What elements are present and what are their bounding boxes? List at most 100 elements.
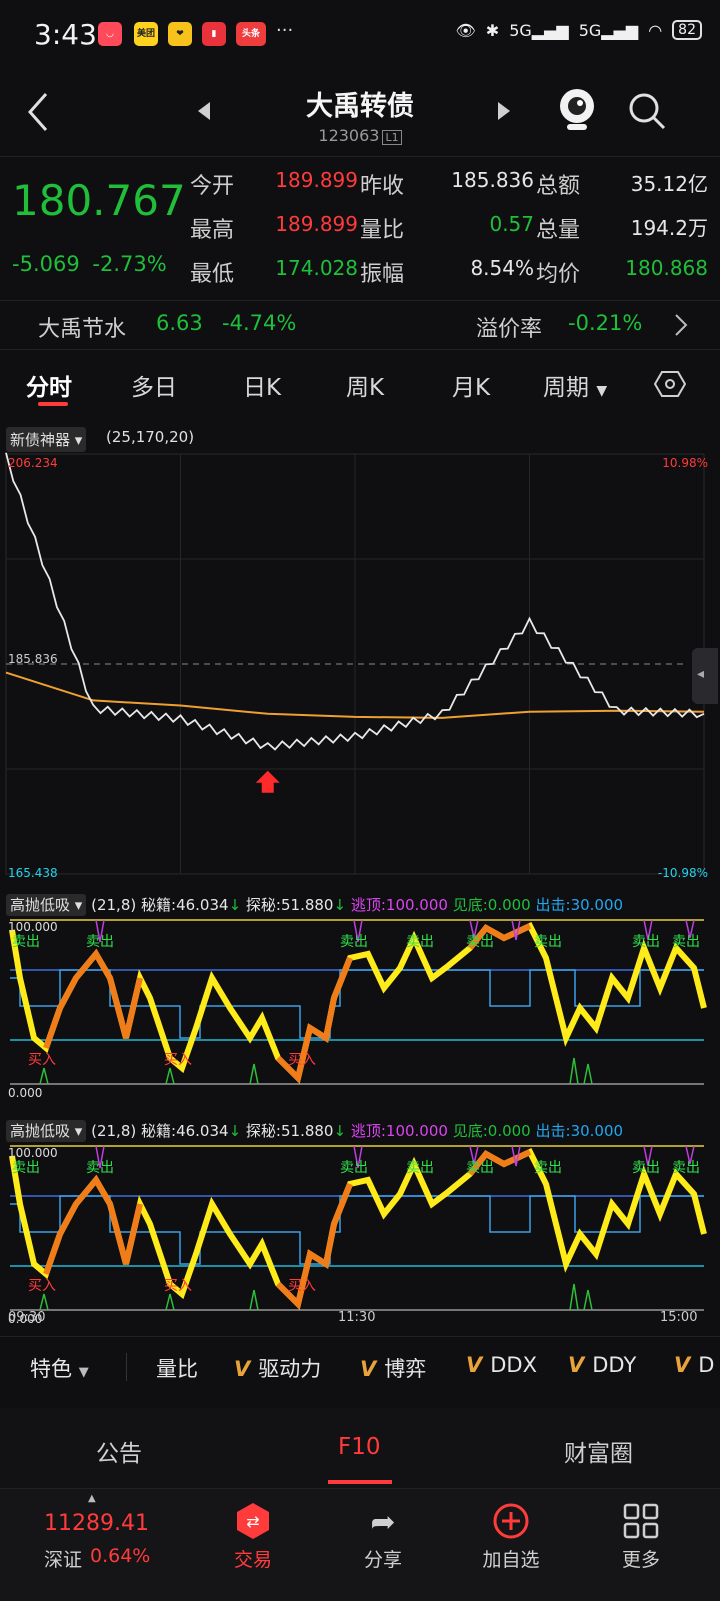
tab-f10[interactable]: F10 (338, 1434, 381, 1460)
quote-value: 35.12亿 (598, 168, 708, 197)
feat-drive[interactable]: V驱动力 (234, 1353, 321, 1383)
special-selector[interactable]: 特色 ▼ (30, 1353, 89, 1383)
sub-indicator-header-1: 高抛低吸 ▾ (21,8) 秘籍:46.034↓ 探秘:51.880↓ 逃顶:1… (6, 894, 623, 915)
bottom-spike (250, 1064, 258, 1084)
share-icon: ➦ (338, 1501, 428, 1545)
sell-signal: 卖出 (340, 934, 368, 950)
bottom-spike (166, 1294, 174, 1310)
status-right: 👁 ✱ 5G▂▄▆ 5G▂▄▆ ◠ 82 (455, 20, 702, 40)
chart-tabs: 分时 多日 日K 周K 月K 周期 ▼ (0, 350, 720, 410)
ind1-top: 100.000 (8, 920, 58, 934)
buy-signal: 买入 (164, 1278, 192, 1294)
index-name: 深证 (44, 1545, 82, 1572)
tab-monthly-k[interactable]: 月K (452, 368, 490, 402)
tab-period[interactable]: 周期 ▼ (543, 368, 607, 402)
indicator-chart-1[interactable]: 卖出卖出卖出卖出卖出卖出卖出卖出买入买入买入 (0, 918, 720, 1102)
ind1-params: (21,8) (91, 896, 136, 914)
tab-weekly-k[interactable]: 周K (346, 368, 384, 402)
sell-signal: 卖出 (340, 1160, 368, 1176)
eye-icon: 👁 (455, 21, 475, 40)
quote-value: 185.836 (424, 168, 534, 192)
meituan-icon: 美团 (134, 22, 158, 46)
quote-label: 量比 (360, 212, 404, 244)
change-pct: -2.73% (92, 252, 166, 276)
crosshair-handle[interactable]: ◂ (692, 648, 718, 704)
dock-add-watchlist[interactable]: 加自选 (466, 1501, 556, 1572)
index-value[interactable]: 11289.41 (44, 1511, 149, 1536)
quote-value: 189.899 (248, 168, 358, 192)
pct-top-label: 10.98% (662, 456, 708, 470)
status-time: 3:43 (34, 18, 97, 51)
buy-signal: 买入 (28, 1052, 56, 1068)
settings-hex-icon[interactable] (654, 370, 686, 398)
toutiao-icon: 头条 (236, 22, 266, 46)
quote-label: 最低 (190, 256, 234, 288)
sell-signal: 卖出 (466, 934, 494, 950)
feat-volume-ratio[interactable]: 量比 (156, 1353, 198, 1383)
sell-signal: 卖出 (534, 1160, 562, 1176)
feat-game[interactable]: V博弈 (360, 1353, 426, 1383)
robot-assistant-icon[interactable] (556, 86, 598, 134)
intraday-chart[interactable] (0, 452, 720, 880)
ref-price-label: 185.836 (8, 652, 58, 666)
quote-label: 均价 (536, 256, 580, 288)
add-circle-icon (491, 1501, 531, 1545)
divider (126, 1353, 127, 1381)
dock-trade[interactable]: ⇄ 交易 (208, 1501, 298, 1572)
search-icon[interactable] (628, 92, 666, 130)
bottom-dock: ▲ 11289.41 深证 0.64% ⇄ 交易 ➦ 分享 加自选 更多 (0, 1488, 720, 1601)
sell-signal: 卖出 (632, 1160, 660, 1176)
tab-announcement[interactable]: 公告 (96, 1434, 142, 1468)
grid-icon (622, 1501, 660, 1545)
price-change: -5.069 -2.73% (12, 252, 167, 276)
feat-ddy[interactable]: VDDY (568, 1353, 636, 1377)
next-stock-icon[interactable] (498, 102, 510, 120)
tab-intraday[interactable]: 分时 (26, 368, 72, 402)
dock-more[interactable]: 更多 (596, 1501, 686, 1572)
main-indicator-header: 新债神器 ▾ (25,170,20) (0, 424, 720, 452)
reader-app-icon: ▮ (202, 22, 226, 46)
ind1-cj-label: 出击: (536, 896, 571, 914)
sell-signal: 卖出 (406, 934, 434, 950)
buy-signal: 买入 (28, 1278, 56, 1294)
game-app-icon: ❤ (168, 22, 192, 46)
underlying-name: 大禹节水 (38, 311, 126, 343)
underlying-pct: -4.74% (222, 311, 296, 335)
signal-icon-2: 5G▂▄▆ (579, 21, 639, 40)
code-text: 123063 (318, 126, 379, 145)
bottom-spike (166, 1068, 174, 1084)
tab-multiday[interactable]: 多日 (131, 368, 177, 402)
underlying-row[interactable]: 大禹节水 6.63 -4.74% 溢价率 -0.21% (0, 300, 720, 350)
dock-share[interactable]: ➦ 分享 (338, 1501, 428, 1572)
feat-more[interactable]: VD (674, 1353, 714, 1377)
tab-daily-k[interactable]: 日K (243, 368, 281, 402)
feat-ddx[interactable]: VDDX (466, 1353, 537, 1377)
pct-bottom-label: -10.98% (658, 866, 708, 880)
sub-indicator-selector-1[interactable]: 高抛低吸 ▾ (6, 894, 86, 916)
quote-label: 昨收 (360, 168, 404, 200)
caret-up-icon: ▲ (88, 1493, 96, 1504)
active-tab-indicator (38, 402, 68, 406)
level-badge: L1 (382, 130, 401, 145)
signal-icon: 5G▂▄▆ (509, 21, 569, 40)
ind2-ts-label: 探秘: (246, 1122, 281, 1140)
sub-indicator-selector-2[interactable]: 高抛低吸 ▾ (6, 1120, 86, 1142)
info-tabs: 公告 F10 财富圈 (0, 1408, 720, 1488)
tab-wealth-circle[interactable]: 财富圈 (564, 1434, 633, 1468)
status-bar: 3:43 ◡ 美团 ❤ ▮ 头条 ··· 👁 ✱ 5G▂▄▆ 5G▂▄▆ ◠ 8… (0, 0, 720, 66)
quote-value: 180.868 (598, 256, 708, 280)
bluetooth-icon: ✱ (486, 21, 499, 40)
quote-label: 振幅 (360, 256, 404, 288)
ind1-jd-label: 见底: (453, 896, 488, 914)
index-pct: 0.64% (90, 1545, 150, 1567)
indicator-selector[interactable]: 新债神器 ▾ (6, 427, 86, 452)
ind2-mj: 46.034 (176, 1122, 229, 1140)
indicator-chart-2[interactable]: 卖出卖出卖出卖出卖出卖出卖出卖出买入买入买入 (0, 1144, 720, 1328)
bottom-spike (584, 1290, 592, 1310)
time-axis-label: 09:30 (8, 1310, 45, 1325)
quote-label: 总额 (536, 168, 580, 200)
sell-signal: 卖出 (534, 934, 562, 950)
buy-signal: 买入 (164, 1052, 192, 1068)
bottom-spike (570, 1058, 578, 1084)
ind2-cj-label: 出击: (536, 1122, 571, 1140)
